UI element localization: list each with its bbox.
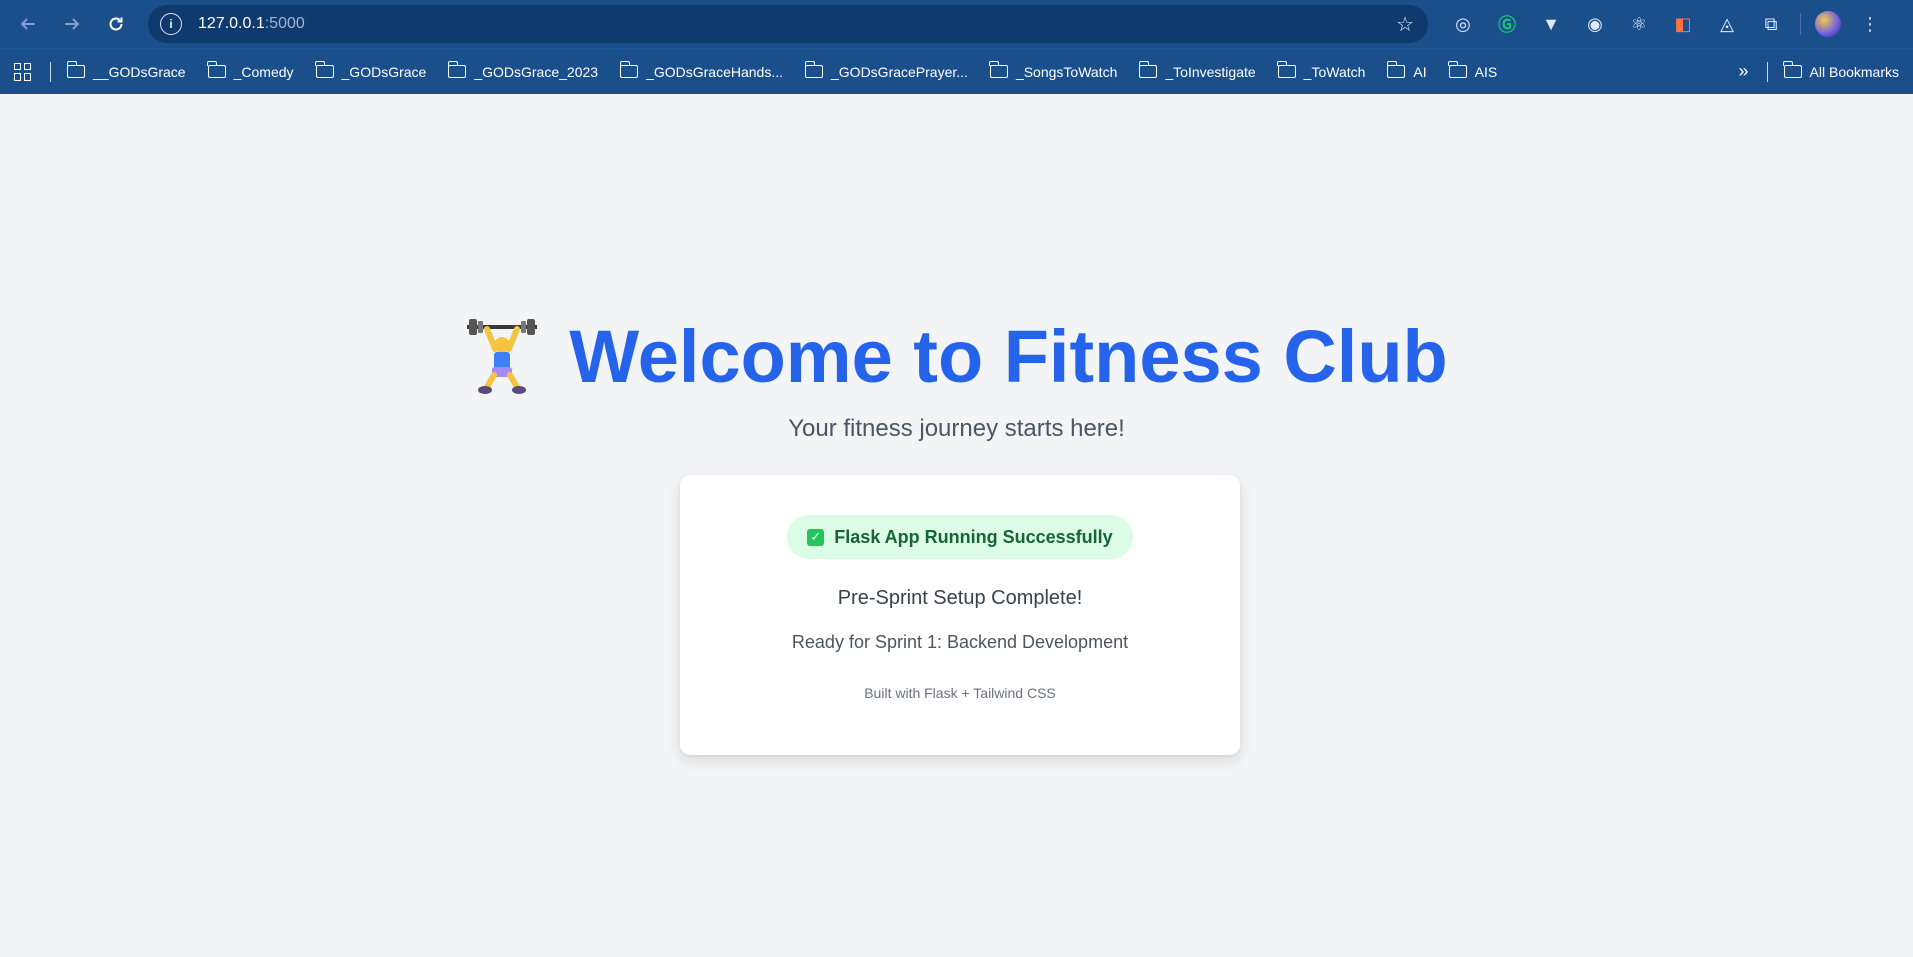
folder-icon — [804, 61, 823, 78]
status-badge-label: Flask App Running Successfully — [834, 526, 1113, 547]
bookmark-folder[interactable]: _Comedy — [207, 61, 294, 80]
info-icon[interactable]: i — [160, 13, 182, 35]
page-subtitle: Your fitness journey starts here! — [788, 415, 1125, 442]
folder-icon — [989, 61, 1008, 78]
bookmark-label: _GODsGraceHands... — [646, 63, 783, 80]
bookmark-label: __GODsGrace — [93, 63, 186, 80]
folder-icon — [619, 61, 639, 78]
vue-icon[interactable]: ▼ — [1536, 9, 1566, 39]
page-title: Welcome to Fitness Club — [0, 314, 1913, 399]
extension-1-icon[interactable]: ◎ — [1448, 9, 1478, 39]
bookmark-label: _SongsToWatch — [1015, 63, 1118, 80]
grammarly-icon[interactable]: Ⓖ — [1492, 9, 1522, 39]
folder-icon — [1783, 61, 1802, 78]
bookmark-folder[interactable]: _GODsGrace_2023 — [447, 61, 599, 80]
folder-icon — [1386, 61, 1406, 78]
check-icon: ✓ — [807, 528, 825, 546]
folder-icon — [447, 61, 467, 78]
url-port: :5000 — [264, 15, 305, 32]
bookmark-label: AI — [1413, 63, 1427, 80]
all-bookmarks-label: All Bookmarks — [1809, 63, 1899, 80]
star-icon[interactable]: ☆ — [1396, 12, 1414, 37]
page-title-text: Welcome to Fitness Club — [569, 315, 1448, 398]
bookmark-folder[interactable]: _GODsGracePrayer... — [804, 61, 968, 80]
apps-grid-icon[interactable] — [14, 62, 32, 81]
bookmark-folder[interactable]: _GODsGrace — [315, 61, 427, 80]
bookmark-folder[interactable]: _GODsGraceHands... — [619, 61, 783, 80]
card-status-text: Ready for Sprint 1: Backend Development — [791, 632, 1129, 652]
status-badge: ✓ Flask App Running Successfully — [787, 515, 1133, 559]
menu-kebab-icon[interactable]: ⋮ — [1855, 9, 1885, 39]
folder-icon — [66, 61, 85, 78]
bookmark-label: AIS — [1474, 63, 1498, 80]
bookmark-label: _ToWatch — [1303, 63, 1366, 80]
hero: Welcome to Fitness Club Your fitness jou… — [0, 314, 1913, 443]
bookmarks-divider — [50, 61, 51, 82]
folder-icon — [1277, 61, 1296, 78]
forward-button[interactable] — [54, 6, 90, 42]
folder-icon — [1138, 61, 1158, 78]
bookmark-label: _GODsGrace — [341, 63, 427, 80]
bookmarks-divider — [1766, 61, 1768, 82]
folder-icon — [315, 61, 334, 78]
bookmarks-bar: __GODsGrace _Comedy _GODsGrace _GODsGrac… — [0, 48, 1913, 94]
arrow-left-icon — [20, 18, 35, 30]
extensions-puzzle-icon[interactable]: ⧉ — [1756, 9, 1786, 39]
status-card: ✓ Flask App Running Successfully Pre-Spr… — [680, 475, 1240, 755]
reload-button[interactable] — [98, 6, 134, 42]
weightlifter-icon — [465, 318, 539, 395]
bookmark-folder[interactable]: AIS — [1448, 61, 1498, 80]
reload-icon — [109, 17, 123, 31]
bookmark-folder[interactable]: __GODsGrace — [66, 61, 186, 80]
target-icon[interactable]: ◉ — [1580, 9, 1610, 39]
extensions-bar: ◎ Ⓖ ▼ ◉ ⚛ ◧ ◬ ⧉ ⋮ — [1448, 9, 1885, 39]
react-icon[interactable]: ⚛ — [1624, 9, 1654, 39]
bookmark-folder[interactable]: _SongsToWatch — [989, 61, 1118, 80]
folder-icon — [207, 61, 226, 78]
page-content: Welcome to Fitness Club Your fitness jou… — [0, 94, 1913, 957]
browser-toolbar: i 127.0.0.1:5000 ☆ ◎ Ⓖ ▼ ◉ ⚛ ◧ ◬ ⧉ ⋮ — [0, 0, 1913, 48]
bookmark-label: _GODsGrace_2023 — [474, 63, 599, 80]
bookmark-label: _Comedy — [233, 63, 294, 80]
toolbar-divider — [1800, 13, 1801, 35]
card-heading: Pre-Sprint Setup Complete! — [837, 587, 1083, 609]
extension-dark-icon[interactable]: ◬ — [1712, 9, 1742, 39]
bookmarks-overflow-button[interactable]: » — [1739, 61, 1749, 82]
back-button[interactable] — [10, 6, 46, 42]
card-footer: Built with Flask + Tailwind CSS — [864, 685, 1056, 701]
bookmark-label: _ToInvestigate — [1165, 63, 1256, 80]
extension-orange-icon[interactable]: ◧ — [1668, 9, 1698, 39]
profile-avatar[interactable] — [1815, 11, 1841, 37]
bookmark-label: _GODsGracePrayer... — [831, 63, 968, 80]
bookmark-folder[interactable]: AI — [1386, 61, 1427, 80]
url-host: 127.0.0.1 — [198, 15, 265, 32]
bookmark-folder[interactable]: _ToWatch — [1277, 61, 1366, 80]
bookmark-folder[interactable]: _ToInvestigate — [1138, 61, 1256, 80]
address-bar[interactable]: i 127.0.0.1:5000 ☆ — [148, 5, 1428, 43]
all-bookmarks-button[interactable]: All Bookmarks — [1783, 61, 1899, 80]
arrow-right-icon — [65, 18, 80, 30]
folder-icon — [1448, 61, 1467, 78]
